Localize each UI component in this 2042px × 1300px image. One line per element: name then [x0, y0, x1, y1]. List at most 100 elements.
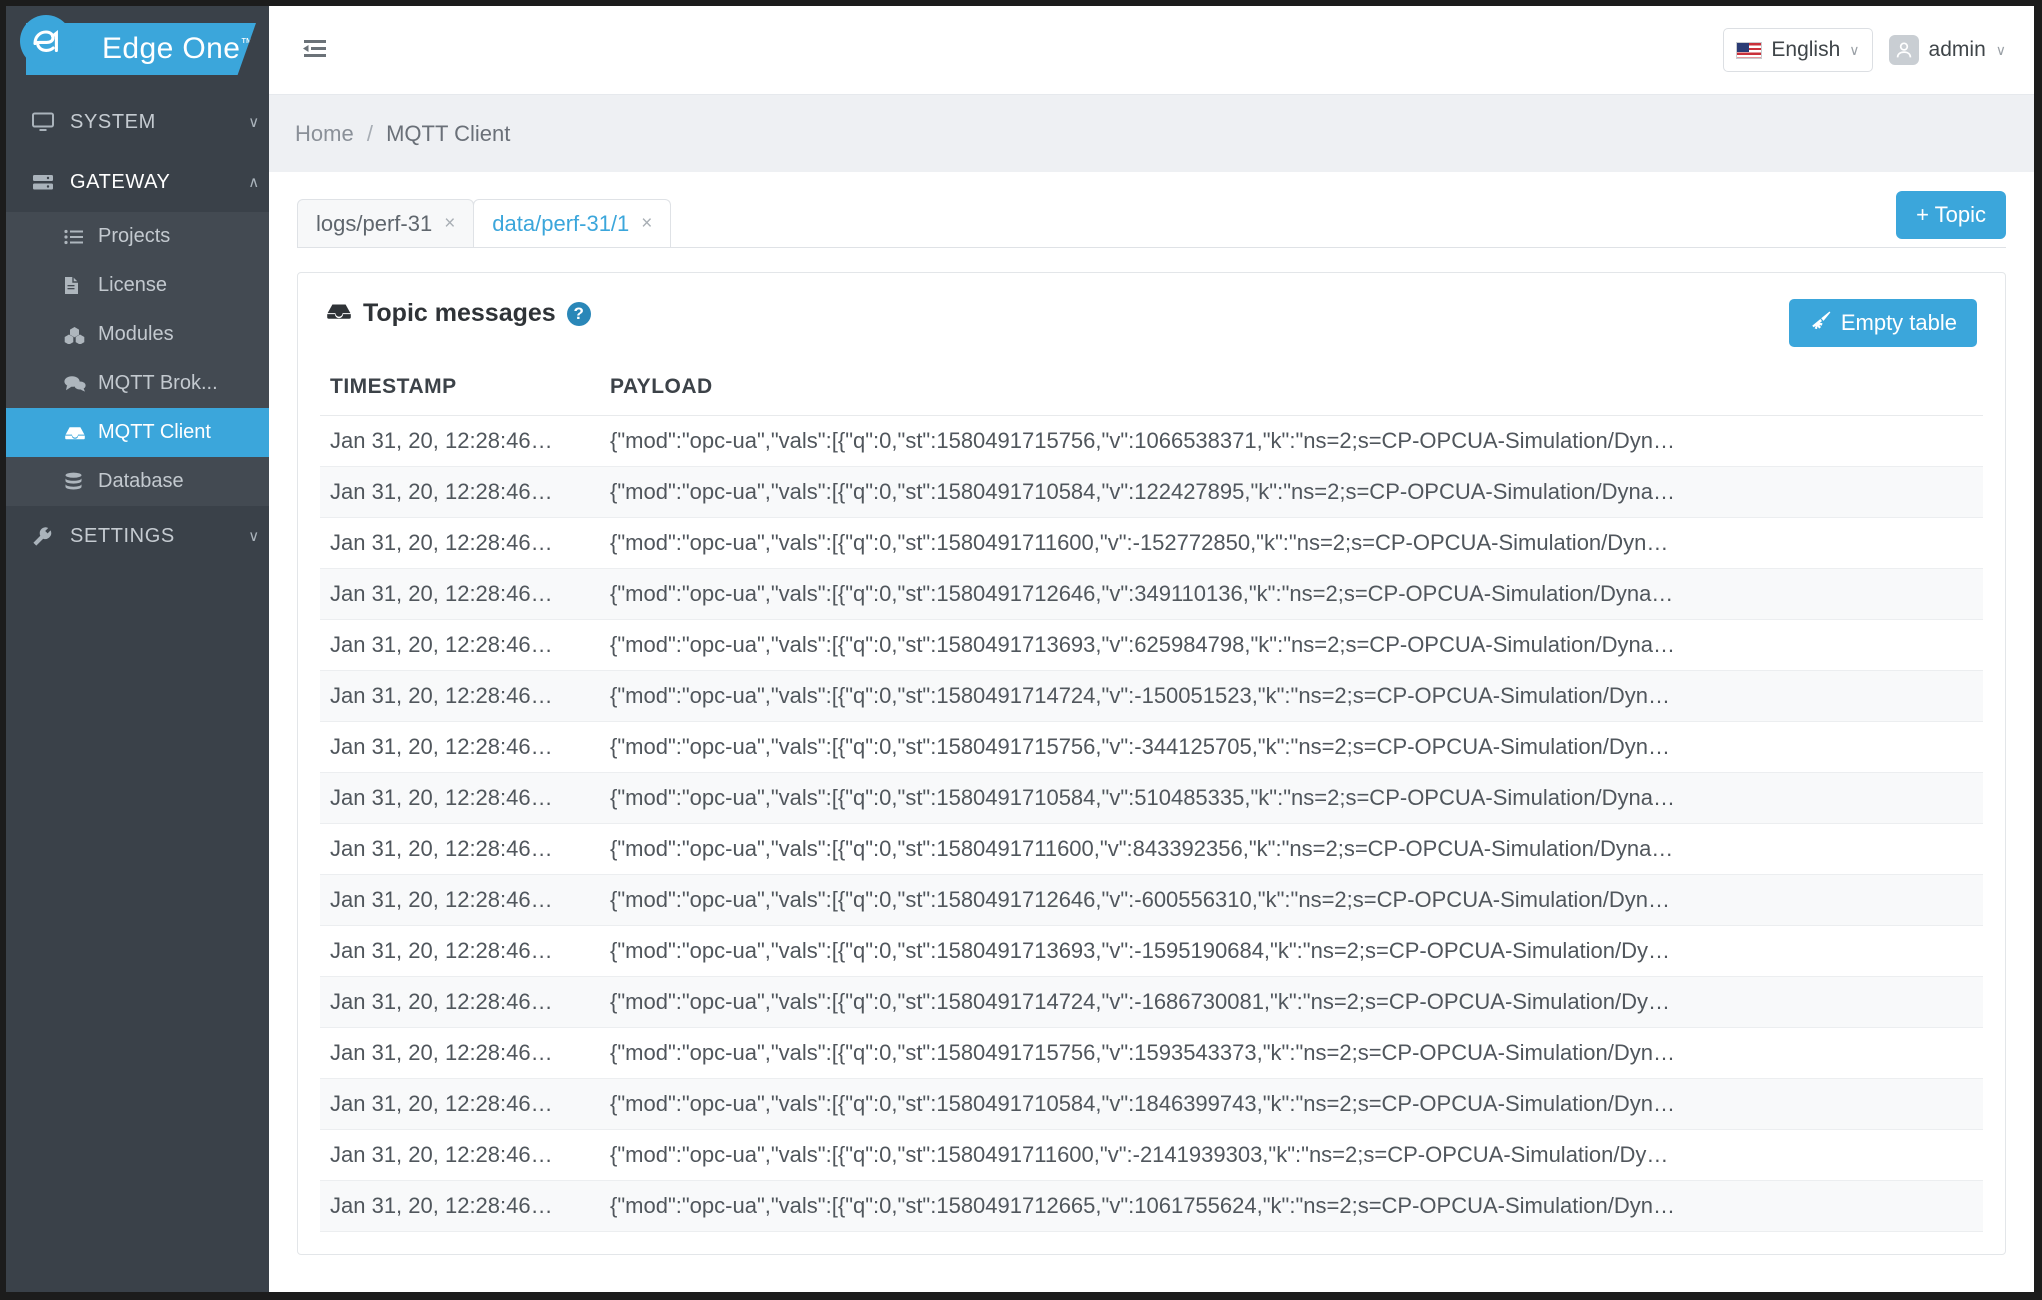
table-row[interactable]: Jan 31, 20, 12:28:46… {"mod":"opc-ua","va…	[320, 619, 1983, 671]
language-label: English	[1771, 38, 1841, 61]
header-actions: English ∨ admin ∨	[1723, 28, 2014, 72]
chevron-down-icon: ∨	[248, 528, 260, 545]
cell-payload: {"mod":"opc-ua","vals":[{"q":0,"st":1580…	[600, 772, 1983, 824]
topic-messages-header: Topic messages ? Empty table	[298, 273, 2005, 357]
sidebar-item-projects[interactable]: Projects	[6, 212, 269, 261]
brand-circle-icon	[20, 15, 72, 67]
sidebar-group-label: SYSTEM	[70, 110, 156, 133]
cell-payload: {"mod":"opc-ua","vals":[{"q":0,"st":1580…	[600, 517, 1983, 569]
list-icon	[64, 229, 98, 245]
sidebar-item-license[interactable]: License	[6, 261, 269, 310]
cell-timestamp: Jan 31, 20, 12:28:46…	[320, 466, 600, 518]
cell-timestamp: Jan 31, 20, 12:28:46…	[320, 874, 600, 926]
brand-tm: ™	[240, 35, 254, 50]
main-content: logs/perf-31 × data/perf-31/1 × + Topic …	[269, 172, 2034, 1292]
brand-logo[interactable]: Edge One™	[6, 6, 269, 92]
cell-payload: {"mod":"opc-ua","vals":[{"q":0,"st":1580…	[600, 1027, 1983, 1079]
table-row[interactable]: Jan 31, 20, 12:28:46… {"mod":"opc-ua","va…	[320, 670, 1983, 722]
us-flag-icon	[1736, 41, 1763, 59]
breadcrumb-home-link[interactable]: Home	[295, 121, 354, 146]
chevron-down-icon: ∨	[1995, 41, 2006, 58]
sidebar-item-mqtt-client[interactable]: MQTT Client	[6, 408, 269, 457]
table-row[interactable]: Jan 31, 20, 12:28:46… {"mod":"opc-ua","va…	[320, 517, 1983, 569]
sidebar-item-label: Database	[98, 470, 184, 492]
inbox-icon	[326, 299, 352, 328]
table-row[interactable]: Jan 31, 20, 12:28:46… {"mod":"opc-ua","va…	[320, 772, 1983, 824]
sidebar-subnav-gateway: Projects License Modules MQTT Brok... MQ…	[6, 212, 269, 506]
sidebar-group-system[interactable]: SYSTEM ∨	[6, 92, 269, 152]
chevron-down-icon: ∨	[248, 114, 260, 131]
messages-table-head: TIMESTAMP PAYLOAD	[320, 357, 1983, 416]
table-row[interactable]: Jan 31, 20, 12:28:46… {"mod":"opc-ua","va…	[320, 1027, 1983, 1079]
messages-table: TIMESTAMP PAYLOAD Jan 31, 20, 12:28:46…{…	[320, 357, 1983, 1232]
breadcrumb-current: MQTT Client	[386, 120, 511, 146]
table-row[interactable]: Jan 31, 20, 12:28:46… {"mod":"opc-ua","va…	[320, 1078, 1983, 1130]
sidebar-item-mqtt-broker[interactable]: MQTT Brok...	[6, 359, 269, 408]
table-row[interactable]: Jan 31, 20, 12:28:46… {"mod":"opc-ua","va…	[320, 1129, 1983, 1181]
table-row[interactable]: Jan 31, 20, 12:28:46… {"mod":"opc-ua","va…	[320, 415, 1983, 467]
cell-timestamp: Jan 31, 20, 12:28:46…	[320, 772, 600, 824]
avatar	[1888, 35, 1919, 65]
tab-data-perf-31-1[interactable]: data/perf-31/1 ×	[473, 199, 672, 247]
cell-payload: {"mod":"opc-ua","vals":[{"q":0,"st":1580…	[600, 568, 1983, 620]
add-topic-button[interactable]: + Topic	[1896, 191, 2006, 239]
cubes-icon	[64, 326, 98, 344]
column-header-payload[interactable]: PAYLOAD	[600, 357, 1983, 416]
sidebar-group-gateway[interactable]: GATEWAY ∧	[6, 152, 269, 212]
table-row[interactable]: Jan 31, 20, 12:28:46… {"mod":"opc-ua","va…	[320, 1180, 1983, 1232]
sidebar-item-label: MQTT Client	[98, 421, 211, 443]
close-icon[interactable]: ×	[444, 213, 455, 235]
inbox-icon	[64, 425, 98, 441]
sidebar-item-modules[interactable]: Modules	[6, 310, 269, 359]
sidebar-group-settings[interactable]: SETTINGS ∨	[6, 506, 269, 566]
cell-timestamp: Jan 31, 20, 12:28:46…	[320, 670, 600, 722]
table-row[interactable]: Jan 31, 20, 12:28:46… {"mod":"opc-ua","va…	[320, 874, 1983, 926]
table-row[interactable]: Jan 31, 20, 12:28:46… {"mod":"opc-ua","va…	[320, 568, 1983, 620]
monitor-icon	[32, 112, 70, 132]
user-label: admin	[1928, 38, 1986, 61]
table-row[interactable]: Jan 31, 20, 12:28:46… {"mod":"opc-ua","va…	[320, 721, 1983, 773]
breadcrumb-bar: Home / MQTT Client	[269, 95, 2034, 172]
table-row[interactable]: Jan 31, 20, 12:28:46… {"mod":"opc-ua","va…	[320, 925, 1983, 977]
broom-icon	[1809, 310, 1831, 336]
database-icon	[64, 472, 98, 491]
app-window: Edge One™ SYSTEM ∨ GATEWAY ∧ Projects Li…	[0, 0, 2042, 1300]
cell-payload: {"mod":"opc-ua","vals":[{"q":0,"st":1580…	[600, 619, 1983, 671]
cell-timestamp: Jan 31, 20, 12:28:46…	[320, 568, 600, 620]
sidebar-collapse-icon[interactable]	[295, 30, 335, 70]
breadcrumb-separator: /	[366, 120, 373, 146]
tab-label: data/perf-31/1	[492, 210, 630, 236]
tab-logs-perf-31[interactable]: logs/perf-31 ×	[297, 199, 475, 247]
window-frame-right	[2034, 0, 2042, 1300]
table-header-row: TIMESTAMP PAYLOAD	[320, 357, 1983, 416]
comments-icon	[64, 375, 98, 392]
sidebar: Edge One™ SYSTEM ∨ GATEWAY ∧ Projects Li…	[6, 6, 269, 1292]
cell-timestamp: Jan 31, 20, 12:28:46…	[320, 619, 600, 671]
sidebar-item-database[interactable]: Database	[6, 457, 269, 506]
sidebar-item-label: Modules	[98, 323, 174, 345]
close-icon[interactable]: ×	[641, 213, 652, 235]
topic-messages-title: Topic messages	[363, 299, 556, 327]
cell-payload: {"mod":"opc-ua","vals":[{"q":0,"st":1580…	[600, 823, 1983, 875]
column-header-timestamp[interactable]: TIMESTAMP	[320, 357, 600, 416]
add-topic-label: Topic	[1934, 202, 1986, 227]
cell-timestamp: Jan 31, 20, 12:28:46…	[320, 823, 600, 875]
breadcrumb: Home / MQTT Client	[295, 121, 510, 147]
cell-payload: {"mod":"opc-ua","vals":[{"q":0,"st":1580…	[600, 466, 1983, 518]
cell-payload: {"mod":"opc-ua","vals":[{"q":0,"st":1580…	[600, 721, 1983, 773]
help-icon[interactable]: ?	[566, 301, 591, 326]
empty-table-button[interactable]: Empty table	[1788, 299, 1977, 347]
cell-payload: {"mod":"opc-ua","vals":[{"q":0,"st":1580…	[600, 1129, 1983, 1181]
cell-payload: {"mod":"opc-ua","vals":[{"q":0,"st":1580…	[600, 874, 1983, 926]
cell-payload: {"mod":"opc-ua","vals":[{"q":0,"st":1580…	[600, 976, 1983, 1028]
table-row[interactable]: Jan 31, 20, 12:28:46… {"mod":"opc-ua","va…	[320, 466, 1983, 518]
cell-payload: {"mod":"opc-ua","vals":[{"q":0,"st":1580…	[600, 670, 1983, 722]
cell-timestamp: Jan 31, 20, 12:28:46…	[320, 1078, 600, 1130]
language-selector[interactable]: English ∨	[1723, 28, 1873, 72]
cell-payload: {"mod":"opc-ua","vals":[{"q":0,"st":1580…	[600, 1180, 1983, 1232]
table-row[interactable]: Jan 31, 20, 12:28:46… {"mod":"opc-ua","va…	[320, 976, 1983, 1028]
sidebar-item-label: License	[98, 274, 167, 296]
sidebar-item-label: Projects	[98, 225, 171, 247]
user-menu[interactable]: admin ∨	[1881, 29, 2014, 71]
table-row[interactable]: Jan 31, 20, 12:28:46… {"mod":"opc-ua","va…	[320, 823, 1983, 875]
